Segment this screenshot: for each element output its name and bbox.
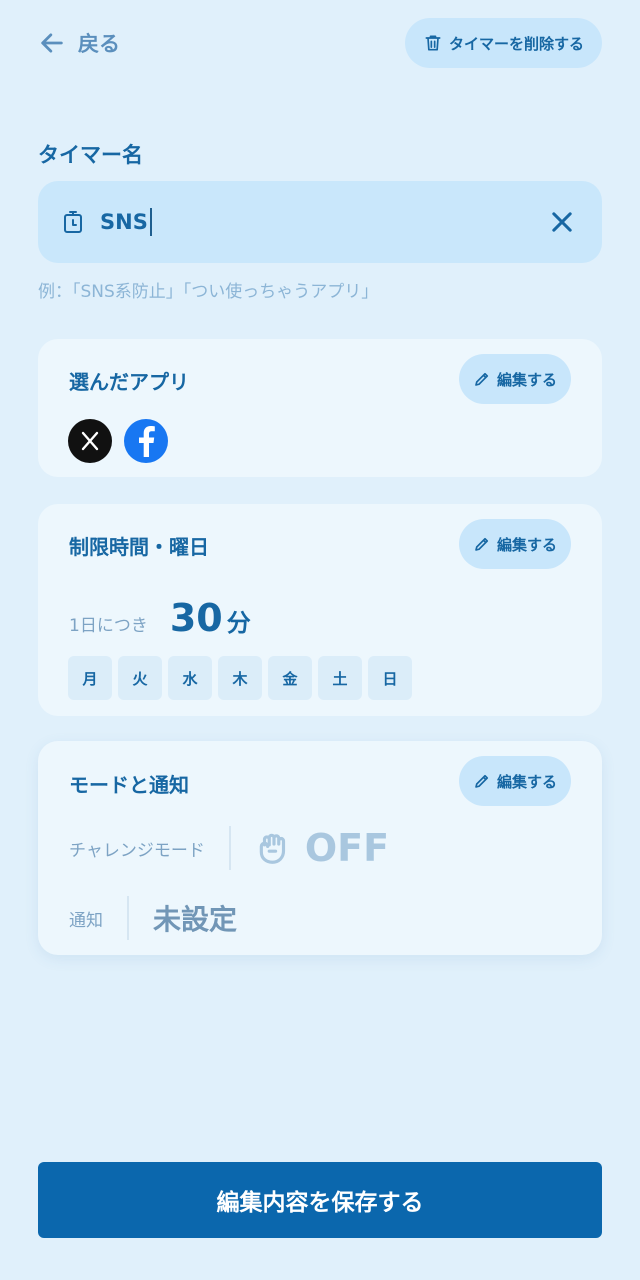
challenge-mode-status: OFF	[255, 826, 389, 870]
x-logo-icon	[68, 419, 112, 463]
apps-card: 選んだアプリ 編集する	[38, 339, 602, 477]
divider	[228, 826, 231, 870]
pencil-icon	[475, 774, 489, 788]
back-button[interactable]: 戻る	[38, 28, 120, 58]
weekday-chip: 金	[268, 656, 312, 700]
weekday-chip: 土	[318, 656, 362, 700]
per-day-limit: 1日につき 30 分	[69, 596, 251, 640]
pencil-icon	[475, 537, 489, 551]
text-caret	[149, 208, 152, 236]
facebook-logo-icon	[124, 419, 168, 463]
divider	[127, 896, 129, 940]
limit-unit: 分	[226, 609, 251, 637]
timer-name-hint: 例：「SNS系防止」「つい使っちゃうアプリ」	[38, 282, 379, 302]
mode-card-title: モードと通知	[69, 773, 189, 797]
limit-minutes: 30	[169, 596, 223, 640]
close-icon	[552, 212, 572, 232]
save-button[interactable]: 編集内容を保存する	[38, 1162, 602, 1238]
timer-name-value: SNS	[100, 210, 148, 234]
stopwatch-icon	[64, 211, 82, 233]
weekday-chip: 月	[68, 656, 112, 700]
mode-notification-card: モードと通知 編集する チャレンジモード OFF 通知 未設定	[38, 741, 602, 955]
pencil-icon	[475, 372, 489, 386]
notification-value: 未設定	[153, 903, 238, 936]
notification-label: 通知	[69, 910, 103, 931]
selected-apps	[68, 419, 168, 463]
apps-card-title: 選んだアプリ	[69, 370, 189, 394]
edit-apps-label: 編集する	[496, 370, 557, 389]
weekday-list: 月 火 水 木 金 土 日	[68, 656, 412, 700]
header: 戻る タイマーを削除する	[38, 18, 602, 68]
timer-name-label: タイマー名	[38, 143, 143, 167]
time-limit-card-title: 制限時間・曜日	[69, 535, 209, 559]
arrow-left-icon	[41, 33, 63, 53]
weekday-chip: 日	[368, 656, 412, 700]
fist-icon	[259, 833, 285, 864]
weekday-chip: 水	[168, 656, 212, 700]
challenge-mode-row: チャレンジモード OFF	[69, 826, 389, 870]
per-day-label: 1日につき	[69, 616, 148, 636]
edit-time-limit-label: 編集する	[496, 535, 557, 554]
edit-mode-label: 編集する	[496, 772, 557, 791]
delete-timer-button[interactable]: タイマーを削除する	[404, 18, 602, 68]
trash-icon	[425, 35, 441, 51]
challenge-mode-value: OFF	[304, 826, 390, 870]
back-label: 戻る	[78, 32, 120, 56]
weekday-chip: 木	[218, 656, 262, 700]
timer-name-input[interactable]: SNS	[38, 181, 602, 263]
edit-apps-button[interactable]: 編集する	[458, 354, 571, 404]
time-limit-card: 制限時間・曜日 編集する 1日につき 30 分 月 火 水 木 金 土 日	[38, 504, 602, 716]
edit-time-limit-button[interactable]: 編集する	[458, 519, 571, 569]
weekday-chip: 火	[118, 656, 162, 700]
timer-name-value-wrap: SNS	[100, 208, 546, 236]
notification-row: 通知 未設定	[69, 896, 237, 940]
edit-mode-button[interactable]: 編集する	[458, 756, 571, 806]
clear-button[interactable]	[546, 206, 578, 238]
challenge-mode-label: チャレンジモード	[69, 840, 205, 861]
delete-timer-label: タイマーを削除する	[448, 34, 584, 53]
